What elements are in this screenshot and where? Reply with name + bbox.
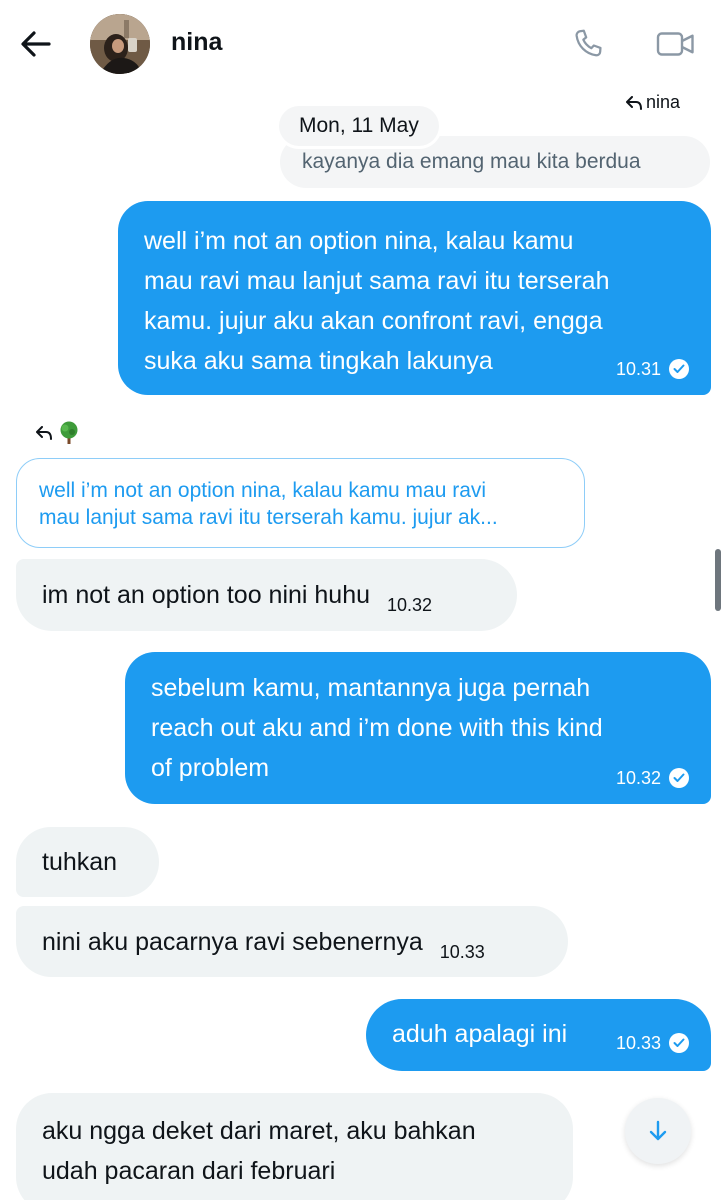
- chat-header: nina: [0, 0, 727, 88]
- quote-preview-line: well i’m not an option nina, kalau kamu …: [39, 479, 487, 502]
- message-meta: 10.31: [616, 359, 689, 379]
- scroll-to-bottom-button[interactable]: [625, 1098, 691, 1164]
- message-line: udah pacaran dari februari: [42, 1157, 336, 1185]
- arrow-down-icon: [649, 1120, 667, 1141]
- message-bubble-incoming[interactable]: im not an option too nini huhu 10.32: [16, 559, 517, 631]
- message-bubble-incoming[interactable]: aku ngga deket dari maret, aku bahkan ud…: [16, 1093, 573, 1200]
- quoted-reply-preview[interactable]: well i’m not an option nina, kalau kamu …: [16, 458, 585, 548]
- message-time: 10.32: [615, 768, 661, 788]
- message-bubble-outgoing[interactable]: sebelum kamu, mantannya juga pernah reac…: [125, 652, 711, 804]
- message-time: 10.32: [386, 595, 433, 615]
- message-meta: 10.33: [616, 1033, 689, 1053]
- back-button[interactable]: [14, 24, 58, 64]
- quoted-message-text: kayanya dia emang mau kita berdua: [302, 150, 641, 173]
- message-time: 10.33: [615, 1033, 661, 1053]
- quote-preview-line: mau lanjut sama ravi itu terserah kamu. …: [39, 506, 498, 529]
- check-circle-icon: [669, 359, 689, 379]
- contact-name[interactable]: nina: [171, 28, 222, 57]
- message-line: reach out aku and i’m done with this kin…: [151, 714, 603, 742]
- avatar-photo: [90, 14, 150, 74]
- avatar[interactable]: [90, 14, 150, 74]
- reply-context-label: [36, 420, 82, 446]
- phone-icon: [575, 29, 602, 57]
- message-text: nini aku pacarnya ravi sebenernya: [42, 928, 423, 956]
- message-bubble-outgoing[interactable]: aduh apalagi ini 10.33: [366, 999, 711, 1071]
- arrow-left-icon: [21, 31, 51, 57]
- message-line: kamu. jujur aku akan confront ravi, engg…: [144, 307, 603, 335]
- check-circle-icon: [669, 768, 689, 788]
- reply-context-label: nina: [626, 92, 680, 113]
- message-line: mau ravi mau lanjut sama ravi itu terser…: [144, 267, 610, 295]
- message-text: tuhkan: [42, 848, 118, 876]
- reply-context-name: nina: [646, 92, 681, 112]
- deciduous-tree-emoji: [60, 421, 78, 444]
- message-text: im not an option too nini huhu: [42, 581, 371, 609]
- check-circle-icon: [669, 1033, 689, 1053]
- video-call-button[interactable]: [653, 24, 699, 64]
- message-time: 10.31: [615, 359, 661, 379]
- reply-arrow-icon: [36, 426, 52, 440]
- message-time: 10.33: [439, 942, 485, 962]
- message-line: sebelum kamu, mantannya juga pernah: [151, 674, 591, 702]
- message-bubble-incoming[interactable]: tuhkan: [16, 827, 159, 897]
- message-text: aduh apalagi ini: [392, 1020, 568, 1048]
- date-separator: Mon, 11 May: [279, 106, 439, 146]
- message-bubble-incoming[interactable]: nini aku pacarnya ravi sebenernya 10.33: [16, 906, 568, 977]
- message-meta: 10.32: [616, 768, 689, 788]
- message-line: aku ngga deket dari maret, aku bahkan: [42, 1117, 476, 1145]
- scrollbar-thumb[interactable]: [715, 549, 721, 611]
- call-button[interactable]: [568, 24, 608, 64]
- reply-arrow-icon: [626, 95, 642, 110]
- message-line: well i’m not an option nina, kalau kamu: [144, 227, 574, 255]
- video-camera-icon: [656, 32, 694, 56]
- message-bubble-outgoing[interactable]: well i’m not an option nina, kalau kamu …: [118, 201, 711, 395]
